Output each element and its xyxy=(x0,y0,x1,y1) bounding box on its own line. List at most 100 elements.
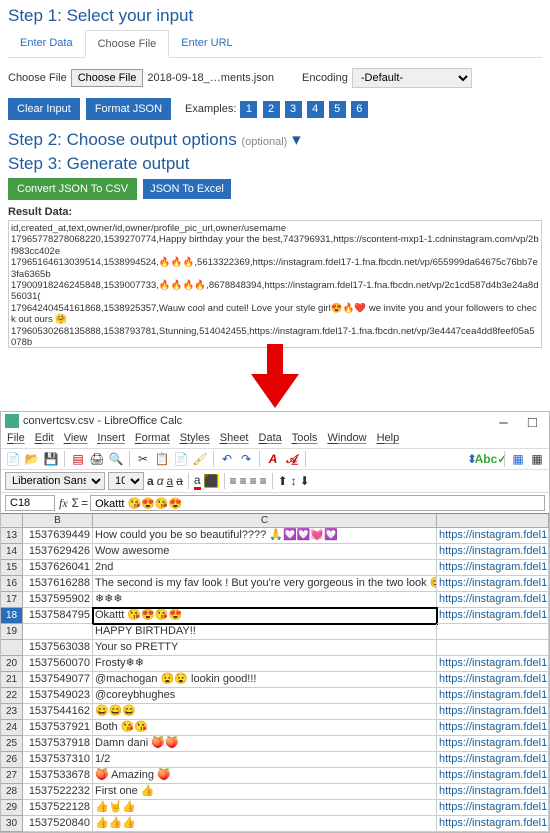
redo-icon[interactable]: ↷ xyxy=(238,451,254,467)
cell[interactable]: Okattt 😘😍😘😍 xyxy=(93,608,437,624)
table-row[interactable]: 131537639449How could you be so beautifu… xyxy=(1,528,549,544)
align-center-icon[interactable]: ≡ xyxy=(240,474,247,488)
row-header[interactable]: 30 xyxy=(1,816,23,832)
cell[interactable]: https://instagram.fdel17- xyxy=(437,800,549,816)
row-header[interactable]: 22 xyxy=(1,688,23,704)
menu-data[interactable]: Data xyxy=(259,432,282,444)
chevron-down-icon[interactable]: ▾ xyxy=(292,130,301,150)
result-textarea[interactable]: id,created_at,text,owner/id,owner/profil… xyxy=(8,220,542,348)
cell[interactable]: First one 👍 xyxy=(93,784,437,800)
table-row[interactable]: 1537563038Your so PRETTY xyxy=(1,640,549,656)
table-row[interactable]: 301537520840👍👍👍https://instagram.fdel17- xyxy=(1,816,549,832)
grid-icon[interactable]: ▦ xyxy=(510,451,526,467)
table-row[interactable]: 201537560070Frosty❄❄https://instagram.fd… xyxy=(1,656,549,672)
bold-icon[interactable]: a xyxy=(147,474,154,488)
find-icon[interactable]: A xyxy=(265,451,281,467)
example-4[interactable]: 4 xyxy=(307,101,324,118)
row-header[interactable]: 16 xyxy=(1,576,23,592)
italic-icon[interactable]: α xyxy=(157,474,164,488)
cell[interactable]: 1537626041 xyxy=(23,560,93,576)
cell[interactable] xyxy=(437,640,549,656)
cell[interactable]: Both 😘😘 xyxy=(93,720,437,736)
row-header[interactable]: 27 xyxy=(1,768,23,784)
table-row[interactable]: 141537629426Wow awesomehttps://instagram… xyxy=(1,544,549,560)
cell[interactable]: 1537549023 xyxy=(23,688,93,704)
menu-tools[interactable]: Tools xyxy=(292,432,318,444)
underline-icon[interactable]: a xyxy=(167,474,174,488)
fontsize-select[interactable]: 10 xyxy=(108,472,144,490)
cell-reference-input[interactable] xyxy=(5,495,55,511)
row-header[interactable]: 17 xyxy=(1,592,23,608)
cell[interactable]: https://instagram.fdel17- xyxy=(437,720,549,736)
strike-icon[interactable]: a xyxy=(176,474,183,488)
cell[interactable]: https://instagram.fdel17- xyxy=(437,688,549,704)
row-header[interactable]: 18 xyxy=(1,608,23,624)
equals-icon[interactable]: = xyxy=(81,496,88,510)
highlight-icon[interactable]: ⬛ xyxy=(204,474,219,488)
cut-icon[interactable]: ✂ xyxy=(135,451,151,467)
tab-enter-data[interactable]: Enter Data xyxy=(8,30,85,57)
cell[interactable]: 1537549077 xyxy=(23,672,93,688)
cell[interactable]: Frosty❄❄ xyxy=(93,656,437,672)
pdf-icon[interactable]: ▤ xyxy=(70,451,86,467)
row-header[interactable]: 28 xyxy=(1,784,23,800)
choose-file-button[interactable]: Choose File xyxy=(71,69,144,87)
row-header[interactable]: 13 xyxy=(1,528,23,544)
cell[interactable]: 1537533678 xyxy=(23,768,93,784)
row-header[interactable]: 25 xyxy=(1,736,23,752)
cell[interactable]: Damn dani 🍑🍑 xyxy=(93,736,437,752)
cell[interactable]: 1/2 xyxy=(93,752,437,768)
cell[interactable] xyxy=(437,624,549,640)
row-header[interactable]: 26 xyxy=(1,752,23,768)
row-header[interactable]: 24 xyxy=(1,720,23,736)
cell[interactable]: 👍🤘👍 xyxy=(93,800,437,816)
fontcolor-icon[interactable]: a xyxy=(194,473,201,490)
cell[interactable]: https://instagram.fdel17- xyxy=(437,672,549,688)
row-header[interactable]: 14 xyxy=(1,544,23,560)
align-right-icon[interactable]: ≡ xyxy=(250,474,257,488)
table-row[interactable]: 2615375373101/2https://instagram.fdel17- xyxy=(1,752,549,768)
cell[interactable]: https://instagram.fdel17- xyxy=(437,784,549,800)
cell[interactable]: 🍑 Amazing 🍑 xyxy=(93,768,437,784)
table-row[interactable]: 291537522128👍🤘👍https://instagram.fdel17- xyxy=(1,800,549,816)
cell[interactable] xyxy=(23,624,93,640)
cell[interactable]: @machogan 😧😧 lookin good!!! xyxy=(93,672,437,688)
cell[interactable]: 1537537921 xyxy=(23,720,93,736)
cell[interactable]: HAPPY BIRTHDAY!! xyxy=(93,624,437,640)
table-row[interactable]: 281537522232First one 👍https://instagram… xyxy=(1,784,549,800)
menu-insert[interactable]: Insert xyxy=(97,432,125,444)
cell[interactable]: 1537537918 xyxy=(23,736,93,752)
row-header[interactable]: 29 xyxy=(1,800,23,816)
col-header-c[interactable]: C xyxy=(93,514,437,528)
spellcheck-icon[interactable]: 𝒜̲ xyxy=(284,451,300,467)
table-row[interactable]: 161537616288The second is my fav look ! … xyxy=(1,576,549,592)
row-header[interactable]: 15 xyxy=(1,560,23,576)
example-1[interactable]: 1 xyxy=(240,101,257,118)
convert-csv-button[interactable]: Convert JSON To CSV xyxy=(8,178,137,200)
cell[interactable]: The second is my fav look ! But you're v… xyxy=(93,576,437,592)
menu-view[interactable]: View xyxy=(64,432,88,444)
encoding-select[interactable]: -Default- xyxy=(352,68,472,88)
cell[interactable]: 1537595902 xyxy=(23,592,93,608)
paste-icon[interactable]: 📄 xyxy=(173,451,189,467)
cell[interactable]: 1537563038 xyxy=(23,640,93,656)
check-icon[interactable]: Abc✓ xyxy=(483,451,499,467)
font-select[interactable]: Liberation Sans xyxy=(5,472,105,490)
cell[interactable]: @coreybhughes xyxy=(93,688,437,704)
undo-icon[interactable]: ↶ xyxy=(219,451,235,467)
cell[interactable]: https://instagram.fdel17- xyxy=(437,736,549,752)
table-row[interactable]: 1515376260412ndhttps://instagram.fdel17- xyxy=(1,560,549,576)
cell[interactable]: https://instagram.fdel17- xyxy=(437,656,549,672)
row-header[interactable]: 19 xyxy=(1,624,23,640)
cell[interactable]: https://instagram.fdel17- xyxy=(437,768,549,784)
table-row[interactable]: 181537584795Okattt 😘😍😘😍https://instagram… xyxy=(1,608,549,624)
menu-sheet[interactable]: Sheet xyxy=(220,432,249,444)
cell[interactable]: Your so PRETTY xyxy=(93,640,437,656)
tab-enter-url[interactable]: Enter URL xyxy=(169,30,244,57)
menu-edit[interactable]: Edit xyxy=(35,432,54,444)
cell[interactable]: https://instagram.fdel17- xyxy=(437,528,549,544)
cell[interactable]: https://instagram.fdel17- xyxy=(437,544,549,560)
cell[interactable]: https://instagram.fdel17- xyxy=(437,608,549,624)
paintbrush-icon[interactable]: 🖌 xyxy=(192,451,208,467)
border-icon[interactable]: ▦ xyxy=(529,451,545,467)
